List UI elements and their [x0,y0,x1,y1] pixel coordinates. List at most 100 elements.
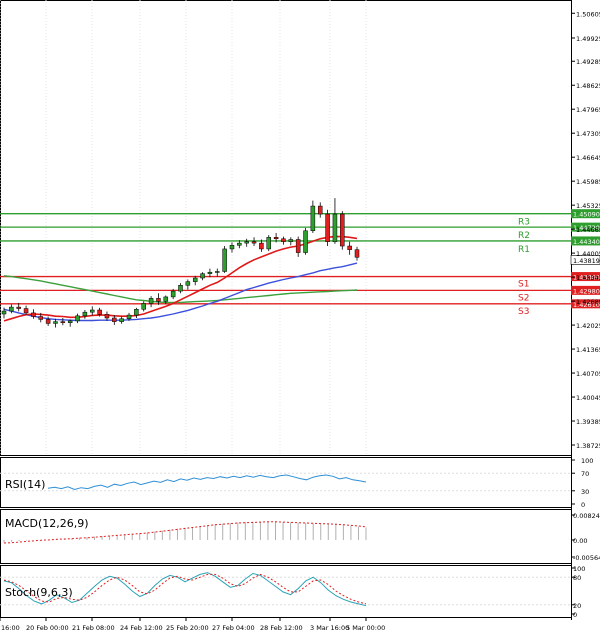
candle-body [354,249,360,258]
candle-body [38,316,44,320]
time-tick-label: 3 Mar 16:00 [310,624,349,632]
price-tick-label: 1.44665 [576,226,600,234]
rsi-tick-label: 100 [581,457,593,465]
candle-body [259,242,264,250]
resistance-label-r1: R1 [518,245,530,255]
candle-body [82,311,88,317]
price-tick-label: 1.50605 [576,10,600,18]
price-tick-label: 1.49285 [576,58,600,66]
time-tick-label: 21 Feb 08:00 [72,624,115,632]
candle-body [340,213,345,247]
candle-body [156,298,161,302]
candle-body [53,321,58,324]
time-tick-label: 16:00 [1,624,20,632]
time-tick-label: 28 Feb 12:00 [260,624,303,632]
rsi-tick-label: 70 [581,470,589,478]
price-tick-label: 1.44005 [576,250,600,258]
candle-body [104,314,110,319]
candle-body [192,277,198,282]
macd-tick-label: -0.005643 [573,554,600,562]
price-tick-label: 1.45325 [576,202,600,210]
resistance-price-label: 1.44340 [573,238,600,246]
candle-body [60,321,66,323]
candle-body [266,237,271,250]
candle-body [134,309,139,316]
stoch-tick-label: 80 [573,574,581,582]
resistance-price-label: 1.45090 [573,211,600,219]
price-tick-label: 1.48625 [576,82,600,90]
candle-body [163,296,169,302]
candle-body [281,238,286,242]
candle-body [237,242,242,246]
candle-body [185,281,191,286]
candle-body [222,248,227,272]
macd-tick-label: 0.00 [573,537,587,545]
candle-body [141,303,146,310]
candle-body [112,317,117,322]
time-tick-label: 27 Feb 04:00 [212,624,255,632]
rsi-title: RSI(14) [5,478,45,491]
price-tick-label: 1.42025 [576,322,600,330]
price-tick-label: 1.40705 [576,370,600,378]
time-tick-label: 20 Feb 00:00 [26,624,69,632]
candle-body [273,237,279,240]
price-tick-label: 1.49925 [576,35,600,43]
resistance-label-r3: R3 [518,218,530,228]
time-tick-label: 5 Mar 00:00 [346,624,385,632]
support-label-s3: S3 [518,307,529,317]
price-tick-label: 1.40045 [576,394,600,402]
support-price-label: 1.42980 [573,287,600,295]
candle-body [75,315,80,322]
time-tick-label: 25 Feb 20:00 [166,624,209,632]
price-tick-label: 1.46645 [576,154,600,162]
stoch-tick-label: 20 [573,602,581,610]
candle-body [347,245,352,250]
candle-body [251,241,257,244]
time-tick-label: 24 Feb 12:00 [120,624,163,632]
candle-body [200,273,205,279]
candle-body [310,205,316,232]
price-tick-label: 1.39385 [576,418,600,426]
rsi-tick-label: 30 [581,488,589,496]
candle-body [23,308,29,314]
candle-body [90,309,95,313]
candle-body [215,271,220,273]
candle-body [1,310,7,315]
candle-body [207,271,213,274]
stoch-title: Stoch(9,6,3) [5,586,73,599]
candle-body [288,239,294,242]
candle-body [303,230,308,253]
candle-body [295,239,301,253]
candle-body [16,306,21,309]
price-tick-label: 1.47305 [576,130,600,138]
candle-body [332,213,338,242]
resistance-label-r2: R2 [518,231,530,241]
macd-title: MACD(12,26,9) [5,517,89,530]
candle-body [325,213,330,242]
price-tick-label: 1.45985 [576,178,600,186]
candle-body [119,318,124,322]
rsi-tick-label: 0 [581,501,585,509]
price-tick-label: 1.41365 [576,346,600,354]
support-label-s2: S2 [518,293,529,303]
candle-body [170,290,176,298]
candle-body [31,312,36,317]
candle-body [9,306,14,312]
forex-chart: R31.45090R21.44720R11.44340S11.43360S21.… [0,0,600,635]
candle-body [45,319,51,324]
candle-body [244,241,249,244]
candle-body [148,298,154,304]
candle-body [317,205,323,215]
macd-tick-label: 0.008248 [573,512,600,520]
stoch-tick-label: 0 [573,611,577,619]
price-tick-label: 1.42685 [576,298,600,306]
candle-body [229,245,235,250]
price-tick-label: 1.43345 [576,274,600,282]
candle-body [126,314,132,319]
support-label-s1: S1 [518,280,529,290]
candle-body [178,285,183,292]
candle-body [67,320,73,323]
price-tick-label: 1.47965 [576,106,600,114]
stoch-tick-label: 100 [573,565,585,573]
candle-body [97,309,102,315]
